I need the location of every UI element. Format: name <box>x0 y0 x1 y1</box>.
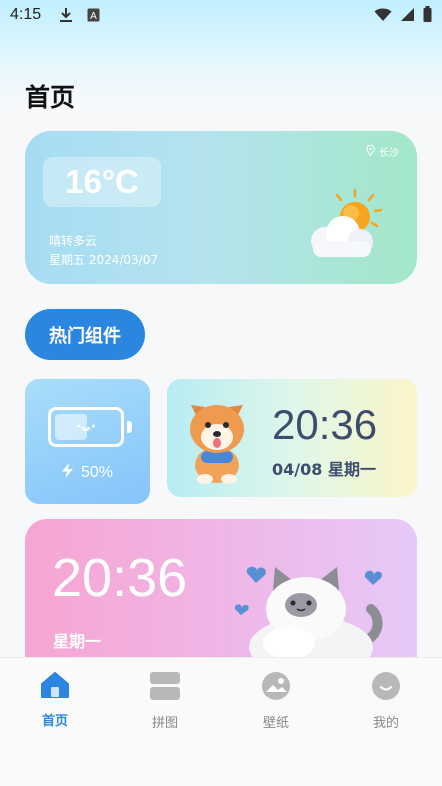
battery-widget[interactable]: ·ᴗ· 50% <box>25 379 150 504</box>
home-icon <box>41 672 69 702</box>
wifi-icon <box>374 7 392 26</box>
status-bar: 4:15 A <box>0 0 442 30</box>
battery-tip <box>127 421 132 433</box>
nav-item-puzzle[interactable]: 拼图 <box>135 672 195 731</box>
nav-label-home: 首页 <box>41 714 68 729</box>
clock-time: 20:36 <box>272 401 378 448</box>
big-clock-weekday: 星期一 <box>53 632 102 651</box>
download-icon <box>59 7 73 23</box>
clock-date: 04/08 星期一 <box>272 460 376 479</box>
wallpaper-icon <box>262 672 290 704</box>
battery-level: 50% <box>25 463 150 483</box>
battery-face: ·ᴗ· <box>75 419 97 435</box>
sun-cloud-icon <box>305 186 391 264</box>
nav-label-wallpaper: 壁纸 <box>262 716 289 731</box>
page-title: 首页 <box>25 84 76 112</box>
weather-condition: 晴转多云 <box>49 234 98 248</box>
nav-item-profile[interactable]: 我的 <box>356 672 416 731</box>
puzzle-icon <box>150 672 180 704</box>
pink-clock-widget[interactable]: 20:36 星期一 <box>25 519 417 674</box>
status-time: 4:15 <box>10 6 42 23</box>
weather-date: 星期五 2024/03/07 <box>49 253 158 267</box>
clock-widget[interactable]: 20:36 04/08 星期一 <box>167 379 417 497</box>
battery-icon <box>423 6 432 26</box>
keyboard-a-icon: A <box>87 8 100 22</box>
bottom-navigation: 首页 拼图 壁纸 我的 <box>0 657 442 786</box>
battery-level-text: 50% <box>80 464 114 481</box>
nav-label-profile: 我的 <box>372 716 399 731</box>
profile-icon <box>372 672 400 704</box>
lightning-icon <box>61 463 73 483</box>
signal-icon <box>400 7 415 26</box>
big-clock-time: 20:36 <box>52 548 188 608</box>
shiba-dog-image <box>181 393 253 487</box>
battery-body: ·ᴗ· <box>48 407 124 447</box>
location: 长沙 <box>366 144 399 159</box>
cat-image <box>231 547 391 674</box>
nav-label-puzzle: 拼图 <box>151 716 178 731</box>
nav-item-home[interactable]: 首页 <box>25 672 85 729</box>
hot-widgets-button[interactable]: 热门组件 <box>25 309 145 360</box>
location-pin-icon <box>366 144 375 159</box>
nav-item-wallpaper[interactable]: 壁纸 <box>246 672 306 731</box>
svg-text:A: A <box>90 11 97 22</box>
location-name: 长沙 <box>379 148 399 159</box>
weather-widget[interactable]: 16°C 晴转多云 星期五 2024/03/07 长沙 <box>25 131 417 284</box>
temperature: 16°C <box>43 157 161 207</box>
